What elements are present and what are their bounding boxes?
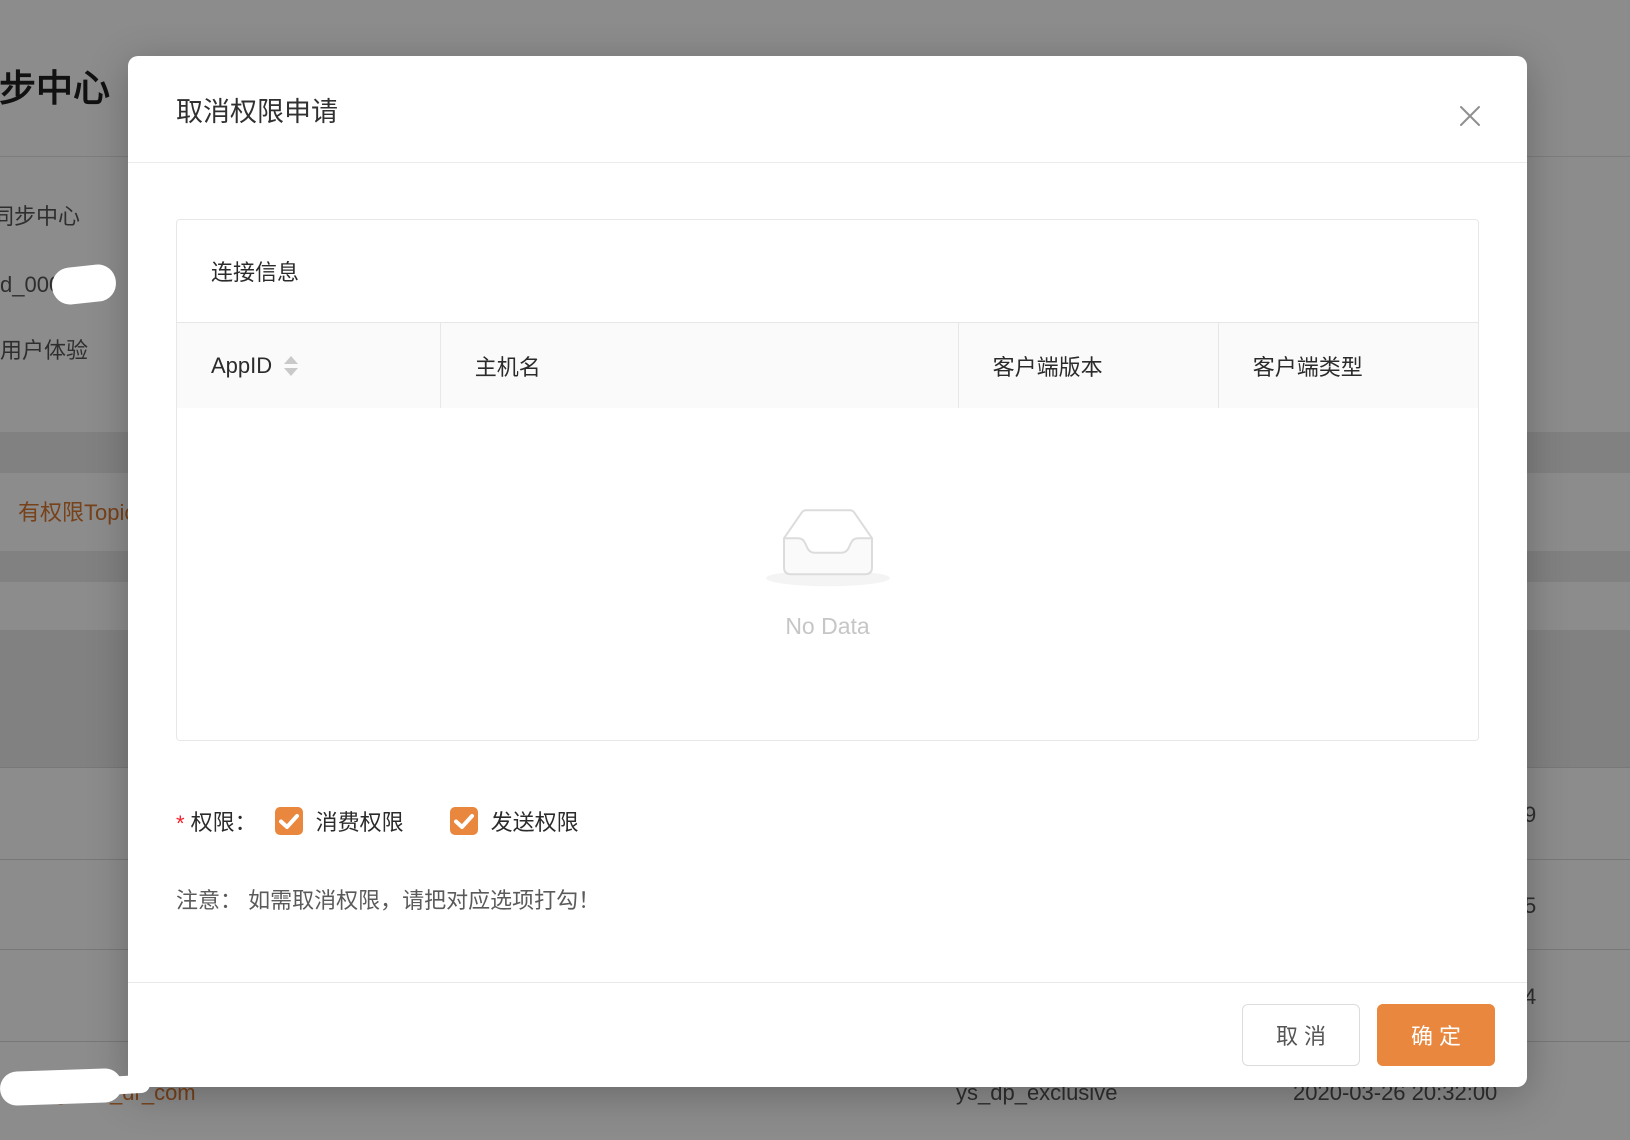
checkbox-send-permission[interactable]: 发送权限 bbox=[450, 805, 579, 837]
cancel-permission-modal: 取消权限申请 连接信息 AppID bbox=[128, 56, 1527, 1087]
checkbox-checked[interactable] bbox=[275, 807, 303, 835]
sort-caret-icon[interactable] bbox=[284, 356, 298, 376]
column-header-label: 客户端类型 bbox=[1253, 350, 1363, 382]
table-empty-area: No Data bbox=[177, 408, 1478, 740]
modal-body: 连接信息 AppID 主机名 客户端版本 bbox=[128, 163, 1527, 915]
column-header-client-version: 客户端版本 bbox=[958, 323, 1218, 408]
cancel-button[interactable]: 取 消 bbox=[1242, 1004, 1360, 1066]
checkmark-icon bbox=[275, 807, 303, 835]
column-header-client-type: 客户端类型 bbox=[1218, 323, 1478, 408]
required-asterisk: * bbox=[176, 811, 185, 837]
checkmark-icon bbox=[450, 807, 478, 835]
checkbox-label: 消费权限 bbox=[316, 805, 404, 837]
table-header-row: AppID 主机名 客户端版本 客户端类型 bbox=[177, 322, 1478, 408]
column-header-label: 主机名 bbox=[475, 350, 541, 382]
close-button[interactable] bbox=[1455, 101, 1485, 131]
checkbox-consume-permission[interactable]: 消费权限 bbox=[275, 805, 404, 837]
column-header-label: AppID bbox=[211, 353, 272, 379]
app-root: 同步中心 同步中心 d_000 用户体验 有权限Topic 9 5 4 game… bbox=[0, 0, 1630, 1140]
table-caption: 连接信息 bbox=[177, 220, 1478, 322]
modal-footer: 取 消 确 定 bbox=[128, 982, 1527, 1087]
column-header-hostname: 主机名 bbox=[440, 323, 958, 408]
connection-table: 连接信息 AppID 主机名 客户端版本 bbox=[176, 219, 1479, 741]
empty-inbox-icon bbox=[762, 502, 894, 588]
empty-text: No Data bbox=[762, 613, 894, 640]
empty-state: No Data bbox=[762, 502, 894, 640]
close-icon bbox=[1457, 103, 1483, 129]
column-header-label: 客户端版本 bbox=[993, 350, 1103, 382]
caret-down-icon bbox=[284, 368, 298, 376]
modal-title: 取消权限申请 bbox=[176, 90, 338, 129]
confirm-button[interactable]: 确 定 bbox=[1377, 1004, 1495, 1066]
permissions-row: * 权限： 消费权限 发送权限 bbox=[176, 805, 1479, 837]
checkbox-label: 发送权限 bbox=[491, 805, 579, 837]
caret-up-icon bbox=[284, 356, 298, 364]
column-header-appid[interactable]: AppID bbox=[177, 323, 440, 408]
checkbox-checked[interactable] bbox=[450, 807, 478, 835]
modal-header: 取消权限申请 bbox=[128, 56, 1527, 163]
permissions-label: 权限： bbox=[191, 805, 257, 837]
note-text: 注意： 如需取消权限，请把对应选项打勾！ bbox=[176, 883, 1479, 915]
